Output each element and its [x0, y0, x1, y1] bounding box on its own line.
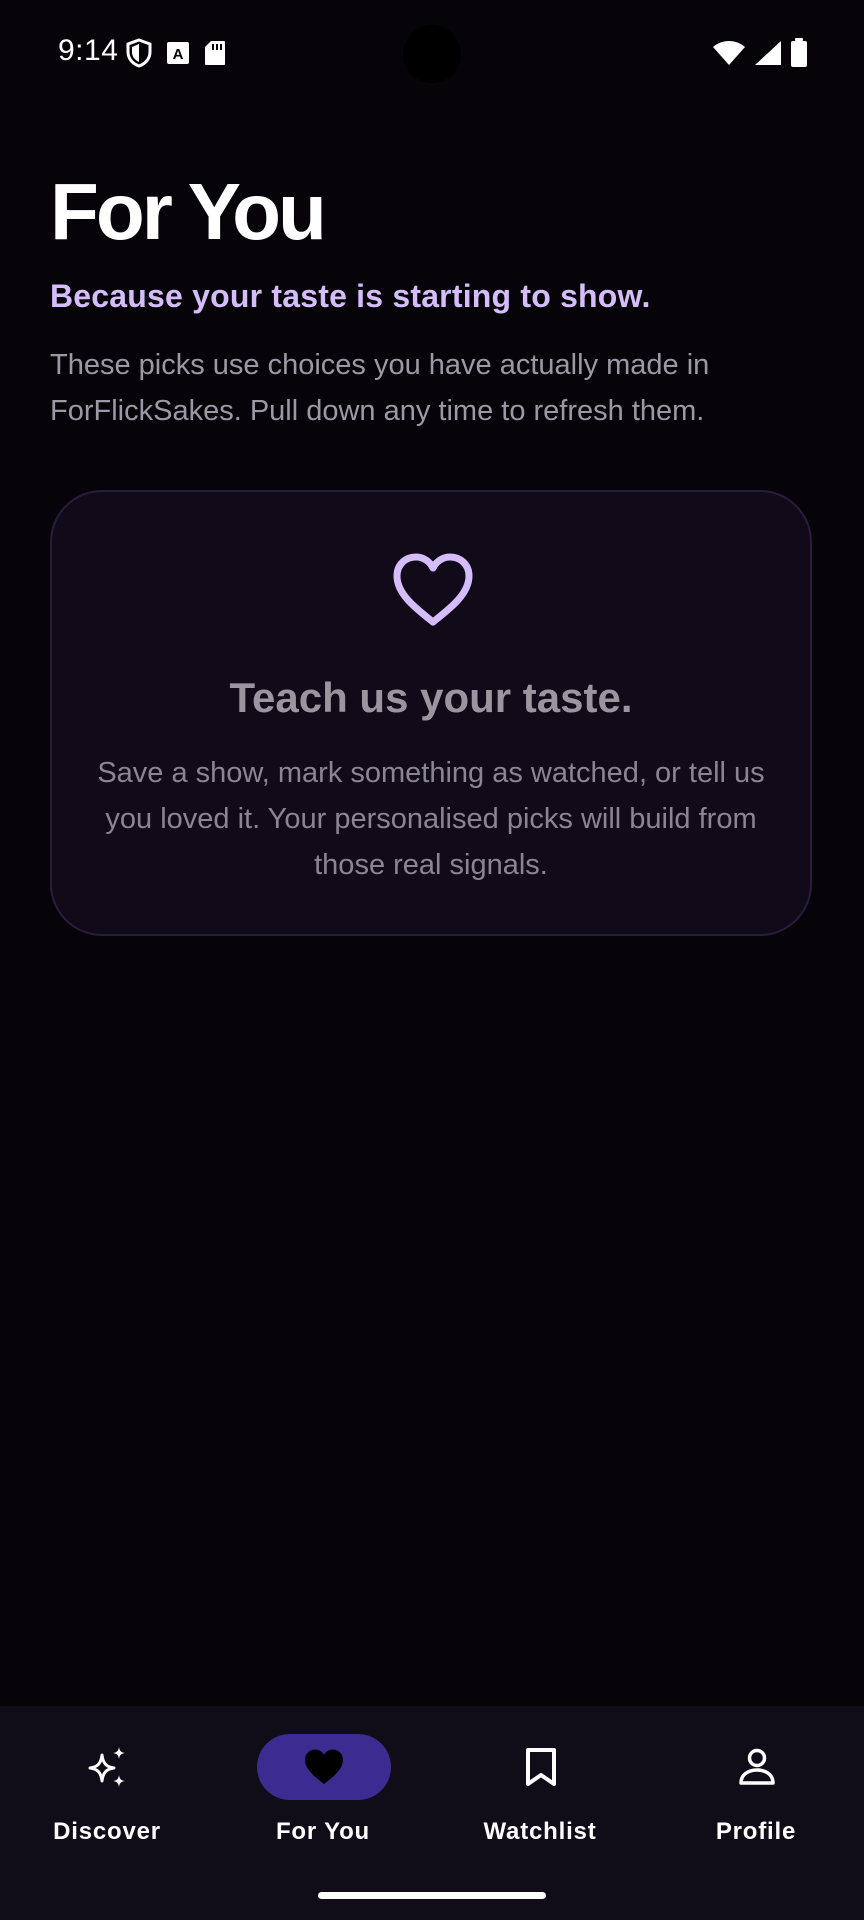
battery-icon [791, 38, 807, 67]
heart-filled-icon [305, 1749, 343, 1784]
home-indicator[interactable] [318, 1892, 546, 1899]
empty-state-card: Teach us your taste. Save a show, mark s… [50, 490, 812, 936]
empty-state-title: Teach us your taste. [229, 674, 633, 721]
page-title: For You [50, 167, 327, 256]
shield-icon [126, 38, 152, 68]
svg-text:A: A [173, 46, 184, 63]
wifi-icon [713, 41, 745, 65]
font-a-icon: A [167, 42, 189, 64]
nav-pill-discover [41, 1734, 175, 1800]
sparkles-icon [88, 1747, 125, 1787]
camera-cutout [403, 25, 461, 83]
bookmark-icon [526, 1748, 556, 1786]
nav-label-profile: Profile [715, 1818, 797, 1845]
nav-label-discover: Discover [53, 1818, 161, 1845]
nav-pill-for-you-active [257, 1734, 391, 1800]
status-icons-right [712, 38, 808, 68]
heart-outline-icon [393, 553, 473, 626]
nav-label-watchlist: Watchlist [483, 1818, 597, 1845]
person-icon [739, 1748, 775, 1785]
bottom-navigation: Discover For You Watchlist Profile [0, 1706, 864, 1920]
nav-pill-watchlist [474, 1734, 608, 1800]
status-time: 9:14 [58, 34, 119, 67]
nav-item-for-you[interactable]: For You [223, 1734, 423, 1854]
status-icons-left: A [126, 38, 226, 68]
cellular-icon [755, 41, 781, 65]
sd-card-icon [205, 41, 225, 65]
empty-state-body: Save a show, mark something as watched, … [97, 757, 765, 881]
nav-pill-profile [690, 1734, 824, 1800]
page-intro: These picks use choices you have actuall… [50, 349, 710, 427]
page-tagline: Because your taste is starting to show. [50, 278, 651, 314]
nav-item-watchlist[interactable]: Watchlist [440, 1734, 640, 1854]
nav-item-profile[interactable]: Profile [656, 1734, 856, 1854]
status-bar: 9:14 A [0, 0, 864, 104]
nav-item-discover[interactable]: Discover [7, 1734, 207, 1854]
nav-label-for-you: For You [275, 1818, 371, 1845]
